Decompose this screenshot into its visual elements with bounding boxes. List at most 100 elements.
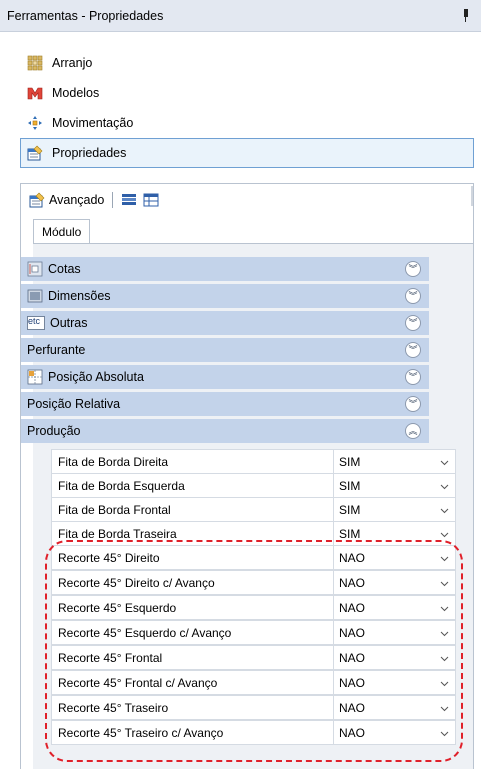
property-value-select[interactable]: NAO xyxy=(333,695,456,720)
property-label: Recorte 45° Esquerdo c/ Avanço xyxy=(51,620,333,645)
dropdown-arrow-icon[interactable] xyxy=(440,629,449,638)
property-value-select[interactable]: SIM xyxy=(333,449,456,474)
group-perfurante[interactable]: Perfurante ︾ xyxy=(21,338,429,362)
property-value: SIM xyxy=(339,478,361,493)
properties-icon xyxy=(27,145,43,161)
property-value: NAO xyxy=(339,575,366,590)
property-value-select[interactable]: SIM xyxy=(333,473,456,498)
property-row: Fita de Borda Esquerda SIM xyxy=(51,473,456,498)
property-label: Fita de Borda Direita xyxy=(51,449,333,474)
chevron-down-icon[interactable]: ︾ xyxy=(405,288,421,304)
nav-item-movimentacao[interactable]: Movimentação xyxy=(20,108,474,138)
properties-icon xyxy=(29,192,45,208)
nav-item-propriedades[interactable]: Propriedades xyxy=(20,138,474,168)
property-label: Recorte 45° Frontal c/ Avanço xyxy=(51,670,333,695)
dropdown-arrow-icon[interactable] xyxy=(440,704,449,713)
property-label: Recorte 45° Traseiro c/ Avanço xyxy=(51,720,333,745)
property-value-select[interactable]: SIM xyxy=(333,521,456,546)
nav-label: Movimentação xyxy=(52,116,134,130)
pin-icon[interactable] xyxy=(461,9,471,23)
property-value-select[interactable]: NAO xyxy=(333,645,456,670)
dropdown-arrow-icon[interactable] xyxy=(440,458,449,467)
group-outras[interactable]: etc Outras ︾ xyxy=(21,311,429,335)
property-value: NAO xyxy=(339,700,366,715)
nav-label: Propriedades xyxy=(52,146,127,160)
nav-label: Modelos xyxy=(52,86,100,100)
property-row: Recorte 45° Direito NAO xyxy=(51,545,456,570)
dropdown-arrow-icon[interactable] xyxy=(440,679,449,688)
nav-item-arranjo[interactable]: Arranjo xyxy=(20,48,474,78)
group-cotas[interactable]: Cotas ︾ xyxy=(21,257,429,281)
chevron-down-icon[interactable]: ︾ xyxy=(405,315,421,331)
tool-nav-list: Arranjo Modelos Movimentação Propriedade… xyxy=(20,48,474,168)
panel-title: Ferramentas - Propriedades xyxy=(7,8,164,23)
tab-label: Módulo xyxy=(42,224,82,239)
property-label: Recorte 45° Traseiro xyxy=(51,695,333,720)
etc-icon-text: etc xyxy=(28,316,41,326)
property-label: Fita de Borda Frontal xyxy=(51,497,333,522)
dropdown-arrow-icon[interactable] xyxy=(440,729,449,738)
dimensions-box-icon xyxy=(27,288,43,304)
property-value-select[interactable]: NAO xyxy=(333,570,456,595)
dropdown-arrow-icon[interactable] xyxy=(440,530,449,539)
property-value-select[interactable]: NAO xyxy=(333,595,456,620)
dropdown-arrow-icon[interactable] xyxy=(440,554,449,563)
property-row: Recorte 45° Frontal c/ Avanço NAO xyxy=(51,670,456,695)
table-view-icon[interactable] xyxy=(143,192,159,208)
tab-modulo[interactable]: Módulo xyxy=(33,219,91,243)
property-label: Fita de Borda Esquerda xyxy=(51,473,333,498)
advanced-button[interactable]: Avançado xyxy=(49,193,104,207)
property-value-select[interactable]: NAO xyxy=(333,720,456,745)
property-row: Fita de Borda Direita SIM xyxy=(51,449,456,474)
group-label: Perfurante xyxy=(27,343,86,357)
property-label: Recorte 45° Direito c/ Avanço xyxy=(51,570,333,595)
nav-item-modelos[interactable]: Modelos xyxy=(20,78,474,108)
dropdown-arrow-icon[interactable] xyxy=(440,604,449,613)
properties-toolbar: Avançado xyxy=(21,184,473,216)
toolbar-separator xyxy=(112,192,114,208)
property-value: SIM xyxy=(339,526,361,541)
group-posicao-absoluta[interactable]: Posição Absoluta ︾ xyxy=(21,365,429,389)
dropdown-arrow-icon[interactable] xyxy=(440,482,449,491)
dropdown-arrow-icon[interactable] xyxy=(440,579,449,588)
property-row: Recorte 45° Traseiro c/ Avanço NAO xyxy=(51,720,456,745)
chevron-down-icon[interactable]: ︾ xyxy=(405,342,421,358)
group-label: Posição Relativa xyxy=(27,397,121,411)
property-value-select[interactable]: SIM xyxy=(333,497,456,522)
property-value-select[interactable]: NAO xyxy=(333,670,456,695)
dropdown-arrow-icon[interactable] xyxy=(440,654,449,663)
chevron-down-icon[interactable]: ︾ xyxy=(405,261,421,277)
property-value: NAO xyxy=(339,625,366,640)
property-row: Fita de Borda Frontal SIM xyxy=(51,497,456,522)
property-value-select[interactable]: NAO xyxy=(333,620,456,645)
list-view-icon[interactable] xyxy=(121,192,137,208)
properties-panel: Ferramentas - Propriedades Arranjo Model… xyxy=(0,0,481,769)
property-value: NAO xyxy=(339,550,366,565)
group-dimensoes[interactable]: Dimensões ︾ xyxy=(21,284,429,308)
property-value-select[interactable]: NAO xyxy=(333,545,456,570)
models-icon xyxy=(27,85,43,101)
property-row: Recorte 45° Frontal NAO xyxy=(51,645,456,670)
group-posicao-relativa[interactable]: Posição Relativa ︾ xyxy=(21,392,429,416)
dropdown-arrow-icon[interactable] xyxy=(440,506,449,515)
property-value: NAO xyxy=(339,650,366,665)
property-row: Fita de Borda Traseira SIM xyxy=(51,521,456,546)
property-value: NAO xyxy=(339,675,366,690)
scrollbar-track[interactable] xyxy=(471,186,473,206)
group-label: Outras xyxy=(50,316,88,330)
group-label: Cotas xyxy=(48,262,81,276)
property-value: NAO xyxy=(339,600,366,615)
property-label: Recorte 45° Direito xyxy=(51,545,333,570)
chevron-down-icon[interactable]: ︾ xyxy=(405,396,421,412)
group-label: Produção xyxy=(27,424,81,438)
property-label: Recorte 45° Esquerdo xyxy=(51,595,333,620)
chevron-down-icon[interactable]: ︾ xyxy=(405,369,421,385)
group-producao[interactable]: Produção ︽ xyxy=(21,419,429,443)
grid-icon xyxy=(27,55,43,71)
chevron-up-icon[interactable]: ︽ xyxy=(405,423,421,439)
etc-icon: etc xyxy=(27,315,45,331)
position-icon xyxy=(27,369,43,385)
panel-title-bar: Ferramentas - Propriedades xyxy=(0,0,481,32)
property-label: Fita de Borda Traseira xyxy=(51,521,333,546)
property-row: Recorte 45° Esquerdo NAO xyxy=(51,595,456,620)
